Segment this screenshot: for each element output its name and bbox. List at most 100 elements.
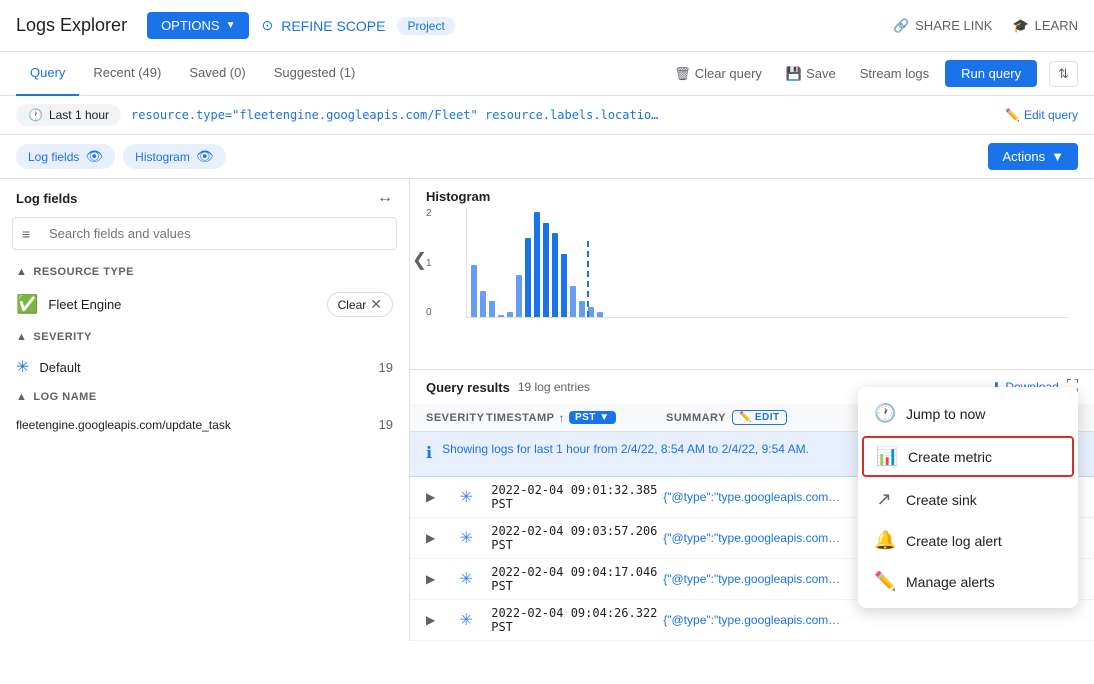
stream-logs-button[interactable]: Stream logs [852,62,937,85]
severity-icon-3: ✳ [441,569,491,589]
expand-icon-1[interactable]: ▶ [426,490,435,504]
clear-button[interactable]: Clear ✕ [327,292,393,317]
histogram-toggle[interactable]: Histogram 👁 [123,144,225,169]
bar-15 [597,312,603,317]
trash-icon: 🗑 [674,66,691,82]
log-fields-toggle[interactable]: Log fields 👁 [16,144,115,169]
y-axis-bot: 0 [426,307,456,318]
tab-query[interactable]: Query [16,52,79,96]
close-icon: ✕ [370,296,382,313]
severity-icon-1: ✳ [441,487,491,507]
actions-arrow-icon: ▼ [1051,149,1064,164]
severity-collapse-icon: ▲ [16,331,27,343]
sink-menu-icon: ↗ [874,489,894,510]
y-axis: 2 1 0 [426,208,456,318]
bar-1 [471,265,477,318]
query-bar: 🕐 Last 1 hour resource.type="fleetengine… [0,96,1094,135]
edit-query-button[interactable]: ✏️ Edit query [1005,108,1078,122]
severity-section[interactable]: ▲ SEVERITY [0,325,409,349]
app-title: Logs Explorer [16,15,127,36]
expand-icon-2[interactable]: ▶ [426,531,435,545]
histogram-title: Histogram [426,189,1078,204]
timestamp-1: 2022-02-04 09:01:32.385 PST [491,483,663,511]
tab-suggested[interactable]: Suggested (1) [260,52,370,96]
bar-9 [543,223,549,318]
expand-icon-4[interactable]: ▶ [426,613,435,627]
eye-icon-histogram: 👁 [196,148,214,165]
bar-5 [507,312,513,317]
bar-10 [552,233,558,317]
alert-menu-icon: 🔔 [874,530,894,551]
tab-recent[interactable]: Recent (49) [79,52,175,96]
time-range-chip[interactable]: 🕐 Last 1 hour [16,104,121,126]
panel-expand-arrows[interactable]: ↔ [377,189,393,207]
col-severity-header: SEVERITY [426,412,486,424]
manage-menu-icon: ✏️ [874,571,894,592]
collapse-icon: ▲ [16,266,27,278]
tabs-chevron-button[interactable]: ⇅ [1049,61,1078,87]
tab-actions: 🗑 Clear query 💾 Save Stream logs Run que… [666,60,1078,87]
bar-13 [579,301,585,317]
bar-4 [498,315,504,317]
menu-item-create-sink[interactable]: ↗ Create sink [858,479,1078,520]
y-axis-mid: 1 [426,258,456,269]
timestamp-3: 2022-02-04 09:04:17.046 PST [491,565,663,593]
menu-item-manage-alerts[interactable]: ✏️ Manage alerts [858,561,1078,602]
chart-bars [467,208,1068,317]
search-icon: ≡ [22,226,30,242]
eye-icon-log-fields: 👁 [85,148,103,165]
tabs-bar: Query Recent (49) Saved (0) Suggested (1… [0,52,1094,96]
histogram-chart: 2 1 0 [426,208,1078,338]
save-icon: 💾 [786,66,802,82]
save-button[interactable]: 💾 Save [778,62,844,86]
menu-item-create-log-alert[interactable]: 🔔 Create log alert [858,520,1078,561]
bar-11 [561,254,567,317]
clock-icon: 🕐 [28,108,43,122]
asterisk-icon: ✳ [16,357,29,377]
learn-button[interactable]: 🎓 LEARN [1012,18,1078,34]
log-name-row[interactable]: fleetengine.googleapis.com/update_task 1… [0,409,409,440]
resource-type-section[interactable]: ▲ RESOURCE TYPE [0,260,409,284]
pencil-icon: ✏️ [1005,108,1020,122]
default-severity-row[interactable]: ✳ Default 19 [0,349,409,385]
menu-item-create-metric[interactable]: 📊 Create metric [862,436,1074,477]
edit-summary-button[interactable]: ✏️ EDIT [732,410,787,425]
left-panel: Log fields ↔ ≡ ▲ RESOURCE TYPE ✅ Fleet E… [0,179,410,641]
clear-query-button[interactable]: 🗑 Clear query [666,62,770,86]
timestamp-4: 2022-02-04 09:04:26.322 PST [491,606,663,634]
actions-dropdown-menu: 🕐 Jump to now 📊 Create metric ↗ Create s… [858,387,1078,608]
search-input[interactable] [12,217,397,250]
histogram-area: Histogram 2 1 0 [410,179,1094,359]
menu-item-jump-to-now[interactable]: 🕐 Jump to now [858,393,1078,434]
timezone-badge[interactable]: PST ▼ [569,411,616,424]
project-badge[interactable]: Project [397,17,454,35]
log-name-section[interactable]: ▲ LOG NAME [0,385,409,409]
bar-12 [570,286,576,318]
sort-icon[interactable]: ↑ [558,411,565,425]
share-link-button[interactable]: 🔗 SHARE LINK [893,18,993,34]
bar-7 [525,238,531,317]
actions-button[interactable]: Actions ▼ [988,143,1078,170]
col-timestamp-header: TIMESTAMP ↑ PST ▼ [486,411,666,425]
bar-2 [480,291,486,317]
learn-icon: 🎓 [1012,18,1028,34]
dashed-line [587,241,589,317]
query-text: resource.type="fleetengine.googleapis.co… [131,108,995,122]
chevron-up-down-icon: ⇅ [1058,66,1069,81]
chart-nav-left-button[interactable]: ❮ [412,250,427,271]
summary-4: {"@type":"type.googleapis.com… [663,613,1078,627]
header-right: 🔗 SHARE LINK 🎓 LEARN [893,18,1078,34]
share-link-icon: 🔗 [893,18,909,34]
view-toggles-bar: Log fields 👁 Histogram 👁 Actions ▼ [0,135,1094,179]
expand-icon-3[interactable]: ▶ [426,572,435,586]
options-arrow-icon: ▼ [226,20,236,31]
chart-area: Feb 4, 8:54:30 AM [466,208,1068,318]
options-button[interactable]: OPTIONS ▼ [147,12,249,39]
run-query-button[interactable]: Run query [945,60,1037,87]
pencil-small-icon: ✏️ [739,412,752,423]
log-fields-title: Log fields [16,191,77,206]
check-icon: ✅ [16,294,38,315]
refine-scope-button[interactable]: ⊙ REFINE SCOPE [261,17,385,34]
fleet-engine-field-row[interactable]: ✅ Fleet Engine Clear ✕ [0,284,409,325]
tab-saved[interactable]: Saved (0) [175,52,259,96]
